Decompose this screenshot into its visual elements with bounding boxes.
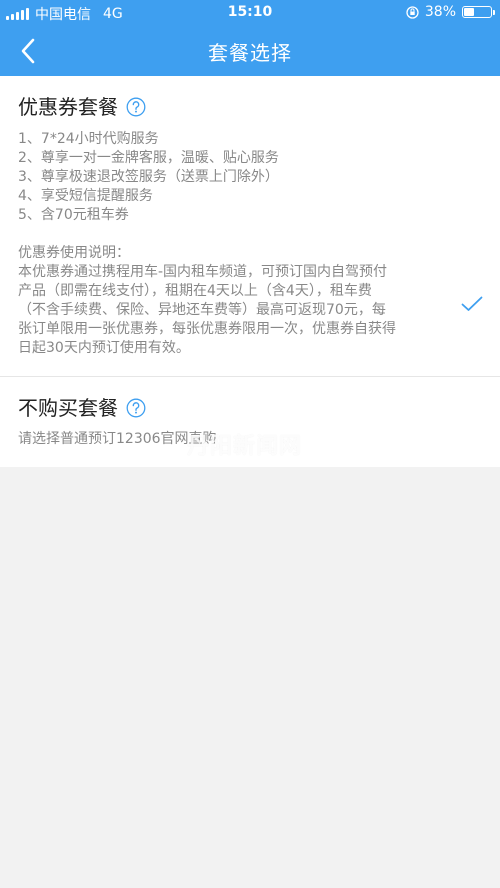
- package-title: 不购买套餐: [18, 395, 482, 421]
- help-icon[interactable]: [126, 398, 146, 418]
- feature-item: 3、尊享极速退改签服务（送票上门除外）: [18, 169, 279, 185]
- feature-item: 5、含70元租车券: [18, 207, 129, 223]
- orientation-lock-icon: [406, 5, 419, 19]
- package-list: 优惠券套餐 1、7*24小时代购服务 2、尊享一对一金牌客服，温暖、贴心服务 3…: [0, 76, 500, 467]
- usage-line: 产品（即需在线支付），租期在4天以上（含4天），租车费: [18, 283, 372, 299]
- header: 中国电信 4G 15:10 38% 套餐选择: [0, 0, 500, 76]
- check-icon: [461, 296, 483, 311]
- usage-line: 张订单限用一张优惠券，每张优惠券限用一次，优惠券自获得: [18, 321, 396, 337]
- status-right: 38%: [406, 4, 495, 20]
- usage-line: 本优惠券通过携程用车-国内租车频道，可预订国内自驾预付: [18, 264, 388, 280]
- usage-line: （不含手续费、保险、异地还车费等）最高可返现70元，每: [18, 302, 386, 318]
- package-coupon[interactable]: 优惠券套餐 1、7*24小时代购服务 2、尊享一对一金牌客服，温暖、贴心服务 3…: [0, 76, 500, 377]
- help-icon[interactable]: [126, 97, 146, 117]
- usage-title: 优惠券使用说明：: [18, 245, 130, 261]
- navbar: 套餐选择: [0, 25, 500, 76]
- package-title-text: 不购买套餐: [18, 396, 118, 420]
- status-bar: 中国电信 4G 15:10 38%: [0, 0, 500, 25]
- battery-percent: 38%: [424, 4, 456, 20]
- package-title: 优惠券套餐: [18, 94, 482, 120]
- coupon-usage-notes: 优惠券使用说明： 本优惠券通过携程用车-国内租车频道，可预订国内自驾预付 产品（…: [18, 244, 458, 358]
- battery-icon: [462, 6, 495, 18]
- feature-list: 1、7*24小时代购服务 2、尊享一对一金牌客服，温暖、贴心服务 3、尊享极速退…: [18, 130, 482, 225]
- page-title: 套餐选择: [208, 41, 292, 65]
- feature-item: 1、7*24小时代购服务: [18, 131, 159, 147]
- package-title-text: 优惠券套餐: [18, 95, 118, 119]
- watermark: 丹阳新闻网: [187, 434, 303, 459]
- usage-line: 日起30天内预订使用有效。: [18, 340, 190, 356]
- feature-item: 4、享受短信提醒服务: [18, 188, 153, 204]
- feature-item: 2、尊享一对一金牌客服，温暖、贴心服务: [18, 150, 279, 166]
